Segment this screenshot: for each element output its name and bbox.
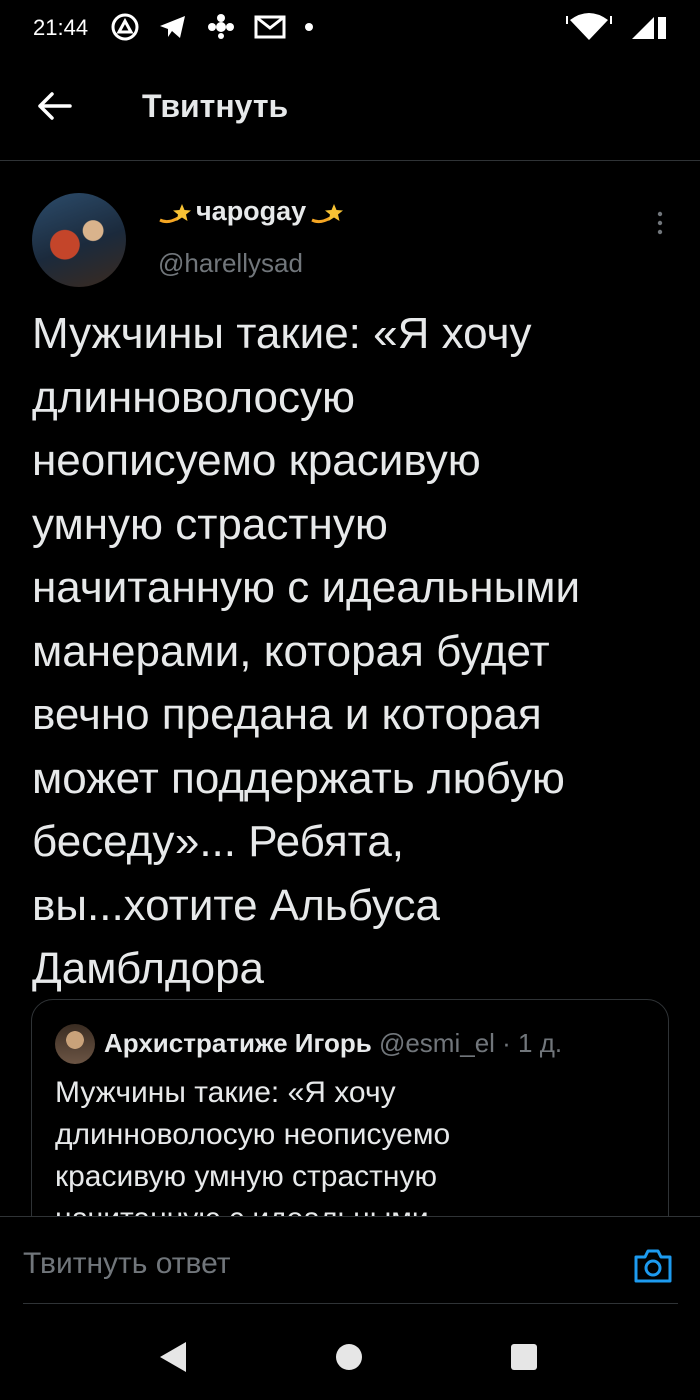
- tweet-text: Мужчины такие: «Я хочу длинноволосую нео…: [32, 309, 581, 993]
- status-notification-icons: [110, 12, 314, 42]
- reply-underline: [23, 1303, 678, 1304]
- camera-icon[interactable]: [632, 1245, 674, 1287]
- header: Твитнуть: [0, 58, 700, 161]
- app-notification-icon: [111, 13, 139, 41]
- avatar[interactable]: [32, 193, 126, 287]
- shooting-star-icon: [159, 203, 191, 223]
- reply-input[interactable]: Твитнуть ответ: [23, 1247, 231, 1281]
- quoted-meta: Архистратиже Игорь @esmi_el · 1 д.: [104, 1028, 562, 1059]
- author-name[interactable]: чароgау: [158, 196, 344, 227]
- nav-back-icon[interactable]: [158, 1340, 188, 1374]
- quoted-handle-time: @esmi_el · 1 д.: [378, 1028, 563, 1058]
- nav-home-icon[interactable]: [336, 1344, 362, 1370]
- quoted-text: Мужчины такие: «Я хочу длинноволосую нео…: [55, 1076, 451, 1235]
- wifi-icon: [566, 13, 612, 40]
- system-nav-bar: [0, 1316, 700, 1400]
- status-time: 21:44: [33, 15, 89, 40]
- page-title: Твитнуть: [142, 88, 289, 124]
- more-vertical-icon[interactable]: [650, 208, 670, 238]
- quoted-avatar: [55, 1024, 95, 1064]
- telegram-icon: [160, 16, 185, 38]
- nav-recents-icon[interactable]: [511, 1344, 537, 1370]
- flower-notification-icon: [208, 14, 234, 39]
- dot-icon: [305, 23, 313, 31]
- author-name-text: чароgау: [196, 196, 307, 226]
- status-system-icons: [566, 12, 670, 42]
- shooting-star-icon: [311, 203, 344, 223]
- arrow-left-icon[interactable]: [34, 86, 74, 126]
- quoted-author-name: Архистратиже Игорь: [104, 1028, 372, 1058]
- mail-icon: [254, 15, 286, 39]
- author-handle[interactable]: @harellysad: [158, 248, 303, 279]
- status-bar: 21:44: [0, 0, 700, 58]
- signal-icon: [632, 17, 666, 39]
